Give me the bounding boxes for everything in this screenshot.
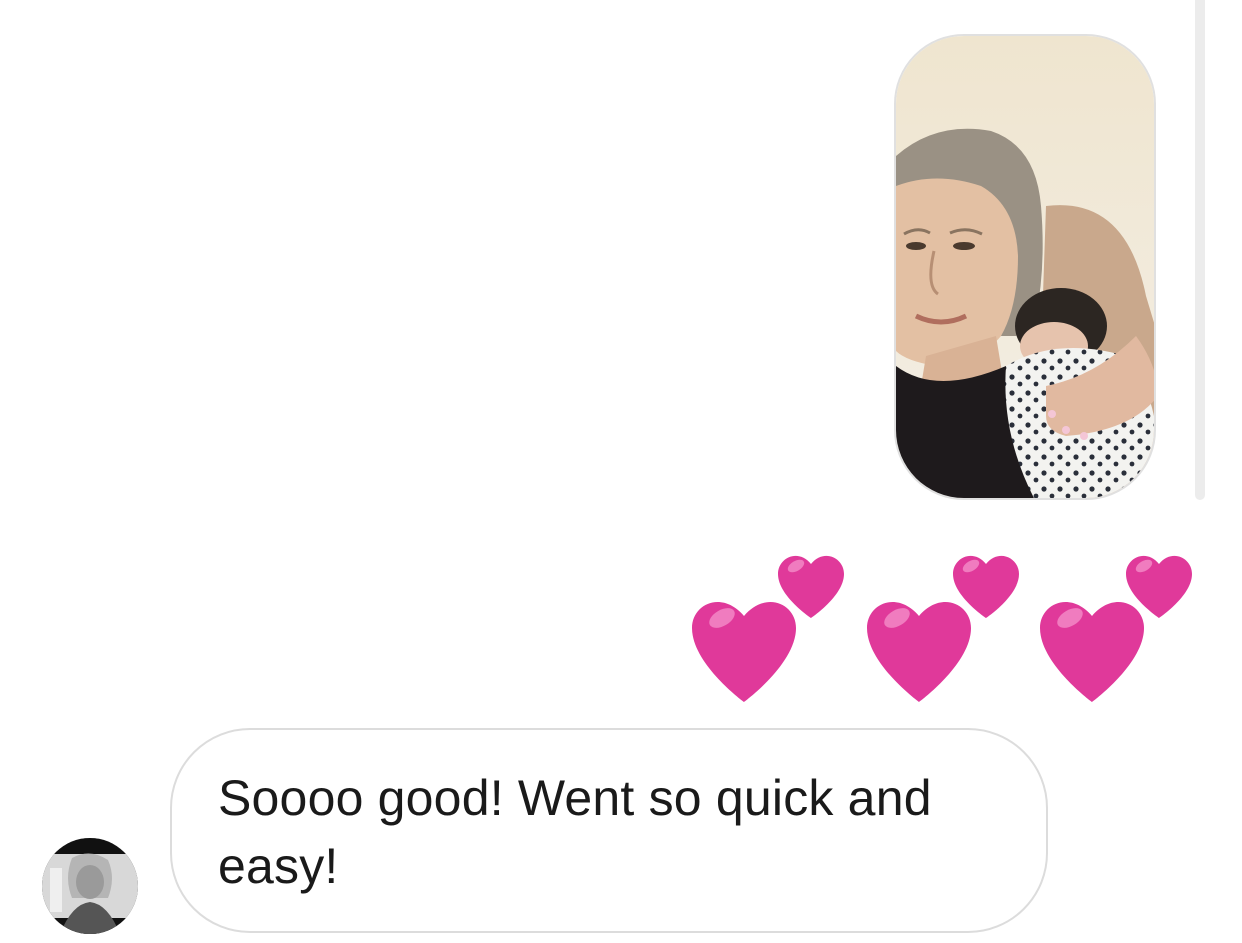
two-hearts-icon [861, 546, 1031, 708]
incoming-message-bubble[interactable]: Soooo good! Went so quick and easy! [170, 728, 1048, 933]
photo-woman-holding-newborn-icon [896, 36, 1154, 498]
two-hearts-icon [686, 546, 856, 708]
contact-avatar-icon[interactable] [42, 838, 138, 934]
two-hearts-emoji-message[interactable] [686, 546, 1206, 708]
scrollbar[interactable] [1195, 0, 1205, 500]
message-text: Soooo good! Went so quick and easy! [218, 770, 932, 894]
two-hearts-icon [1034, 546, 1204, 708]
chat-thread: Soooo good! Went so quick and easy! [0, 0, 1242, 943]
sent-photo-message[interactable] [894, 34, 1156, 500]
